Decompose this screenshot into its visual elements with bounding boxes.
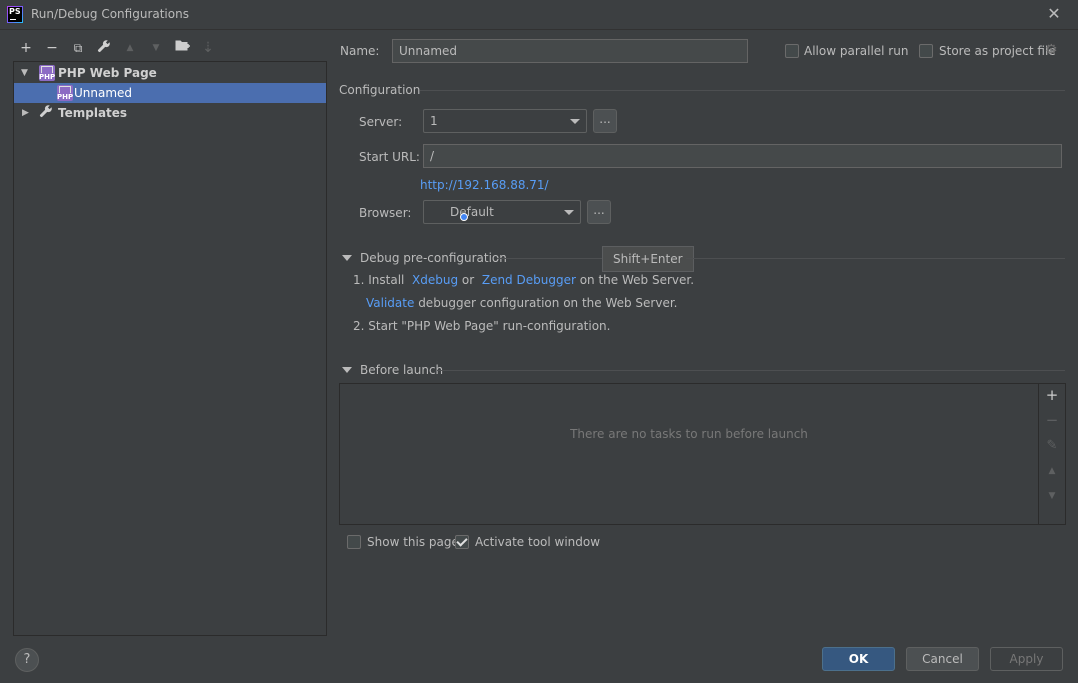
move-task-up-icon[interactable]: ▲ [1042, 466, 1062, 476]
add-task-button[interactable]: + [1042, 386, 1062, 404]
tree-item-label: Unnamed [74, 86, 133, 100]
tree-item-php-web-page[interactable]: ▼ PHP PHP Web Page [14, 63, 326, 83]
close-icon[interactable]: ✕ [1044, 4, 1064, 24]
allow-parallel-checkbox[interactable] [785, 44, 799, 58]
debug-collapse-icon[interactable] [342, 255, 352, 261]
browser-label: Browser: [359, 206, 412, 220]
chevron-down-icon [570, 119, 580, 124]
browser-browse-button[interactable]: ... [587, 200, 611, 224]
copy-configuration-icon[interactable]: ⧉ [69, 39, 87, 57]
xdebug-link[interactable]: Xdebug [412, 273, 458, 287]
php-web-page-icon: PHP [39, 65, 55, 81]
ok-button[interactable]: OK [822, 647, 895, 671]
move-up-icon[interactable]: ▲ [121, 39, 139, 57]
show-page-label: Show this page [367, 535, 459, 549]
debug-header[interactable]: Debug pre-configuration [360, 251, 507, 265]
server-select[interactable]: 1 [423, 109, 587, 133]
browser-select-value: Default [450, 205, 494, 219]
cancel-button[interactable]: Cancel [906, 647, 979, 671]
folder-icon [175, 40, 190, 51]
browser-select[interactable]: Default [423, 200, 581, 224]
tree-item-templates[interactable]: ▶ Templates [14, 103, 326, 123]
activate-tool-window-checkbox[interactable] [455, 535, 469, 549]
zend-debugger-link[interactable]: Zend Debugger [482, 273, 576, 287]
before-launch-header[interactable]: Before launch [360, 363, 443, 377]
before-launch-task-list[interactable]: There are no tasks to run before launch … [339, 383, 1066, 525]
server-label: Server: [359, 115, 403, 129]
before-launch-empty-text: There are no tasks to run before launch [570, 427, 808, 441]
activate-tool-window-label: Activate tool window [475, 535, 601, 549]
validate-row: Validate debugger configuration on the W… [366, 296, 678, 310]
wrench-icon [97, 40, 110, 53]
edit-defaults-wrench-icon[interactable] [95, 39, 113, 57]
php-config-icon: PHP [57, 85, 73, 101]
chevron-down-icon [564, 210, 574, 215]
configuration-separator [420, 90, 1065, 91]
phpstorm-logo-icon: PS [7, 6, 23, 23]
tree-item-unnamed[interactable]: PHP Unnamed [14, 83, 326, 103]
validate-link[interactable]: Validate [366, 296, 414, 310]
remove-configuration-button[interactable]: − [43, 39, 61, 57]
apply-button[interactable]: Apply [990, 647, 1063, 671]
server-select-value: 1 [430, 114, 438, 128]
move-down-icon[interactable]: ▼ [147, 39, 165, 57]
window-title: Run/Debug Configurations [31, 7, 189, 21]
help-button[interactable]: ? [15, 648, 39, 672]
tree-group-label: PHP Web Page [58, 66, 157, 80]
gear-icon[interactable]: ⚙ [1045, 42, 1058, 58]
templates-wrench-icon [39, 104, 53, 125]
remove-task-button[interactable]: − [1042, 411, 1062, 429]
new-folder-icon[interactable] [173, 39, 191, 57]
debug-separator [497, 258, 602, 259]
start-url-label: Start URL: [359, 150, 420, 164]
edit-task-icon[interactable]: ✎ [1042, 438, 1062, 453]
configuration-tree[interactable]: ▼ PHP PHP Web Page PHP Unnamed ▶ Templat… [13, 61, 327, 636]
chevron-right-icon[interactable]: ▶ [22, 103, 29, 123]
start-url-input[interactable]: / [423, 144, 1062, 168]
before-launch-collapse-icon[interactable] [342, 367, 352, 373]
store-as-project-checkbox[interactable] [919, 44, 933, 58]
configuration-header: Configuration [339, 83, 421, 97]
store-as-project-label: Store as project file [939, 44, 1056, 58]
before-launch-separator [437, 370, 1065, 371]
shortcut-tooltip: Shift+Enter [602, 246, 694, 272]
show-page-checkbox[interactable] [347, 535, 361, 549]
debug-separator-right [686, 258, 1065, 259]
sort-icon[interactable]: ⇣ [199, 39, 217, 57]
move-task-down-icon[interactable]: ▼ [1042, 491, 1062, 501]
name-label: Name: [340, 44, 380, 58]
templates-label: Templates [58, 106, 128, 120]
allow-parallel-label: Allow parallel run [804, 44, 909, 58]
server-browse-button[interactable]: ... [593, 109, 617, 133]
name-input[interactable]: Unnamed [392, 39, 748, 63]
side-divider [1038, 384, 1039, 524]
debug-step2: 2. Start "PHP Web Page" run-configuratio… [353, 319, 611, 333]
debug-step1: 1. Install Xdebug or Zend Debugger on th… [353, 273, 695, 287]
chevron-down-icon[interactable]: ▼ [21, 63, 28, 83]
add-configuration-button[interactable]: + [17, 39, 35, 57]
resolved-url-link[interactable]: http://192.168.88.71/ [420, 178, 549, 192]
